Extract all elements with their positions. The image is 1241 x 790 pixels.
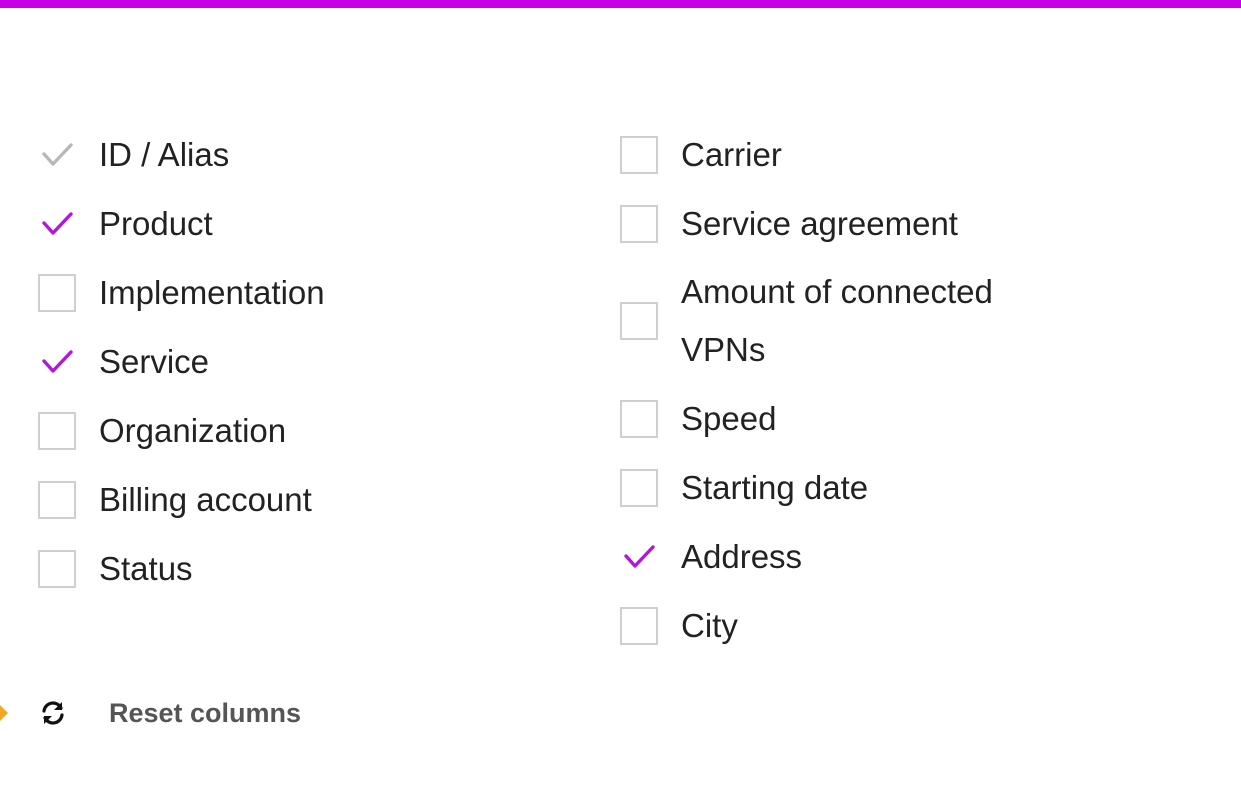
- column-option-implementation[interactable]: Implementation: [38, 258, 578, 327]
- refresh-icon: [40, 700, 66, 726]
- column-option-id-alias: ID / Alias: [38, 120, 578, 189]
- chevron-right-icon: [0, 703, 10, 723]
- column-option-label: Starting date: [681, 468, 869, 506]
- reset-columns-button[interactable]: Reset columns: [0, 693, 301, 733]
- column-option-service-agreement[interactable]: Service agreement: [620, 189, 1180, 258]
- column-option-label: Service: [99, 342, 210, 380]
- accent-top-bar: [0, 0, 1241, 8]
- checkmark-icon: [624, 544, 655, 568]
- column-option-label: Address: [681, 537, 803, 575]
- column-option-label: Amount of connected VPNs: [681, 273, 993, 368]
- column-option-service[interactable]: Service: [38, 327, 578, 396]
- checkbox[interactable]: [620, 135, 658, 174]
- column-option-label: Service agreement: [681, 204, 958, 242]
- column-option-speed[interactable]: Speed: [620, 384, 1180, 453]
- checkmark-icon: [42, 211, 73, 235]
- column-option-address[interactable]: Address: [620, 522, 1180, 591]
- column-option-label: Status: [99, 549, 193, 587]
- column-option-starting-date[interactable]: Starting date: [620, 453, 1180, 522]
- checkbox[interactable]: [620, 606, 658, 645]
- column-option-label: Billing account: [99, 480, 312, 518]
- column-option-city[interactable]: City: [620, 591, 1180, 660]
- column-option-organization[interactable]: Organization: [38, 396, 578, 465]
- column-option-label: Carrier: [681, 135, 782, 173]
- column-option-product[interactable]: Product: [38, 189, 578, 258]
- column-option-label: ID / Alias: [99, 135, 230, 173]
- column-option-label: Product: [99, 204, 213, 242]
- checkbox[interactable]: [38, 411, 76, 450]
- column-option-label: Speed: [681, 399, 777, 437]
- checkbox[interactable]: [38, 205, 76, 243]
- checkbox[interactable]: [620, 204, 658, 243]
- checkbox[interactable]: [620, 538, 658, 576]
- checkbox[interactable]: [38, 273, 76, 312]
- column-options-right: Carrier Service agreement Amount of conn…: [620, 120, 1180, 660]
- checkmark-icon: [42, 142, 73, 166]
- column-option-label: City: [681, 606, 738, 644]
- column-options-left: ID / Alias Product Implementation Servic…: [38, 120, 578, 603]
- column-option-label: Implementation: [99, 273, 325, 311]
- checkbox: [38, 136, 76, 174]
- checkbox[interactable]: [38, 480, 76, 519]
- checkbox[interactable]: [620, 302, 658, 340]
- column-option-billing-account[interactable]: Billing account: [38, 465, 578, 534]
- checkbox[interactable]: [38, 343, 76, 381]
- column-option-carrier[interactable]: Carrier: [620, 120, 1180, 189]
- column-option-label: Organization: [99, 411, 287, 449]
- checkbox[interactable]: [38, 549, 76, 588]
- reset-columns-label: Reset columns: [109, 697, 302, 728]
- checkbox[interactable]: [620, 399, 658, 438]
- column-option-status[interactable]: Status: [38, 534, 578, 603]
- checkbox[interactable]: [620, 468, 658, 507]
- column-option-connected-vpns[interactable]: Amount of connected VPNs: [620, 258, 1180, 384]
- checkmark-icon: [42, 349, 73, 373]
